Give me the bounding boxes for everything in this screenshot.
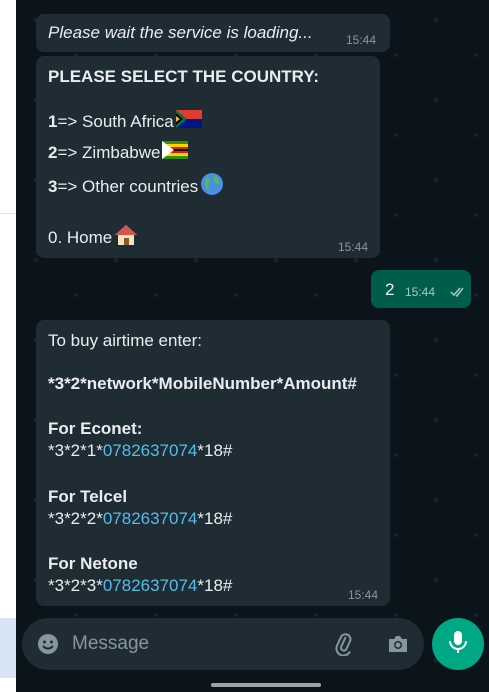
option-label: 0. Home: [48, 227, 113, 247]
double-check-icon: [450, 284, 466, 302]
message-time: 15:44: [405, 285, 436, 299]
code-suffix: *18#: [197, 441, 233, 460]
message-format: *3*2*network*MobileNumber*Amount#: [48, 374, 357, 393]
emoji-icon[interactable]: [36, 632, 60, 661]
code-prefix: *3*2*2*: [48, 509, 103, 528]
option-label: => Zimbabwe: [57, 142, 161, 162]
background-badge: [0, 618, 16, 678]
option-key: 2: [48, 142, 58, 162]
code-prefix: *3*2*1*: [48, 441, 103, 460]
option-home: 0. Home: [48, 224, 138, 251]
message-input[interactable]: Message: [72, 633, 149, 655]
option-zimbabwe: 2 => Zimbabwe: [48, 141, 189, 164]
option-key: 3: [48, 176, 58, 196]
chat-screen[interactable]: Please wait the service is loading... 15…: [16, 0, 489, 692]
message-reply[interactable]: 2 15:44: [371, 270, 471, 308]
background-page-strip: [0, 0, 16, 692]
option-south-africa: 1 => South Africa: [48, 110, 202, 133]
zimbabwe-flag-icon: [162, 141, 189, 164]
section-title-telcel: For Telcel: [48, 487, 128, 506]
message-airtime-instructions[interactable]: To buy airtime enter: *3*2*network*Mobil…: [36, 320, 390, 606]
message-time: 15:44: [345, 33, 376, 47]
section-title-econet: For Econet:: [48, 419, 143, 438]
phone-link[interactable]: 0782637074: [103, 509, 198, 528]
divider: [0, 213, 16, 214]
message-time: 15:44: [347, 588, 378, 602]
phone-link[interactable]: 0782637074: [103, 441, 198, 460]
code-suffix: *18#: [197, 509, 233, 528]
gesture-home-bar[interactable]: [211, 683, 321, 687]
message-composer[interactable]: Message: [22, 618, 424, 670]
option-label: => South Africa: [57, 111, 174, 131]
code-prefix: *3*2*3*: [48, 576, 103, 595]
message-loading[interactable]: Please wait the service is loading... 15…: [36, 14, 390, 52]
option-key: 1: [48, 111, 58, 131]
message-intro: To buy airtime enter:: [48, 331, 203, 350]
south-africa-flag-icon: [175, 110, 202, 133]
code-telcel: *3*2*2*0782637074*18#: [48, 509, 232, 529]
house-icon: [114, 224, 138, 251]
camera-icon[interactable]: [386, 632, 410, 661]
option-label: => Other countries: [57, 176, 199, 196]
message-country-menu[interactable]: PLEASE SELECT THE COUNTRY: 1 => South Af…: [36, 56, 380, 258]
code-suffix: *18#: [197, 576, 233, 595]
message-time: 15:44: [337, 240, 368, 254]
menu-title: PLEASE SELECT THE COUNTRY:: [48, 67, 320, 86]
globe-icon: [200, 172, 224, 201]
phone-link[interactable]: 0782637074: [103, 576, 198, 595]
voice-record-button[interactable]: [432, 618, 484, 670]
message-text: Please wait the service is loading...: [48, 23, 313, 42]
attach-icon[interactable]: [332, 632, 356, 661]
section-title-netone: For Netone: [48, 554, 138, 573]
message-text: 2: [385, 280, 395, 299]
code-econet: *3*2*1*0782637074*18#: [48, 441, 232, 461]
option-other-countries: 3 => Other countries: [48, 172, 224, 201]
code-netone: *3*2*3*0782637074*18#: [48, 576, 232, 596]
mic-icon: [447, 629, 469, 660]
